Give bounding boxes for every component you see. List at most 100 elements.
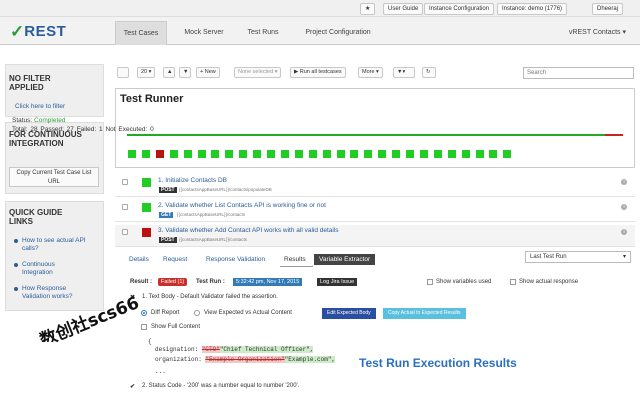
- show-actual-response-checkbox[interactable]: [510, 279, 516, 285]
- test-name: Initialize Contacts DB: [165, 177, 228, 184]
- tab-variable-extractor[interactable]: Variable Extractor: [314, 254, 376, 265]
- copy-url-button[interactable]: Copy Current Test Case List URL: [9, 167, 99, 187]
- diff-ellipsis: ...: [155, 368, 166, 375]
- diff-added: "Example.com",: [284, 356, 336, 363]
- progress-failed: [605, 134, 623, 136]
- instance-configuration-button[interactable]: Instance Configuration: [424, 3, 495, 15]
- row-checkbox[interactable]: [122, 179, 128, 185]
- test-name: Validate whether Add Contact API works w…: [165, 227, 339, 234]
- passed-result-square[interactable]: [225, 150, 234, 158]
- more-dropdown[interactable]: More ▾: [358, 67, 383, 78]
- http-method-badge: GET: [159, 212, 174, 218]
- bullet-icon: [14, 239, 18, 243]
- passed-result-square[interactable]: [280, 150, 289, 158]
- test-row[interactable]: 1. Initialize Contacts DB POST {{contact…: [115, 175, 635, 197]
- new-button[interactable]: + New: [196, 67, 220, 78]
- logo-text: REST: [24, 23, 67, 40]
- passed-result-square[interactable]: [433, 150, 442, 158]
- move-down-icon[interactable]: ▼: [179, 67, 191, 78]
- refresh-icon[interactable]: ↻: [422, 67, 436, 78]
- passed-result-square[interactable]: [406, 150, 414, 158]
- log-jira-issue-button[interactable]: Log Jira Issue: [317, 278, 358, 286]
- test-url: {{contactsAppBaseURL}}/contacts/populate…: [179, 187, 272, 192]
- passed-result-square[interactable]: [378, 150, 387, 158]
- tab-mock-server[interactable]: Mock Server: [178, 21, 230, 45]
- search-input[interactable]: Search: [523, 67, 634, 79]
- assertion-2: 2. Status Code - '200' was a number equa…: [142, 383, 300, 389]
- watermark: 数创社scs66: [37, 292, 142, 342]
- runner-stats: Total: 28 Passed: 27 Failed: 1 Not Execu…: [12, 126, 154, 133]
- row-checkbox[interactable]: [122, 204, 128, 210]
- passed-result-square[interactable]: [211, 150, 220, 158]
- project-selector[interactable]: vREST Contacts ▾: [569, 21, 626, 45]
- passed-result-square[interactable]: [183, 150, 192, 158]
- page-size-select[interactable]: 20 ▾: [137, 67, 156, 78]
- test-title[interactable]: 1. Initialize Contacts DB: [158, 177, 227, 184]
- tab-project-configuration[interactable]: Project Configuration: [298, 21, 378, 45]
- passed-result-square[interactable]: [503, 150, 512, 158]
- passed-result-square[interactable]: [253, 150, 262, 158]
- none-selected-dropdown[interactable]: None selected ▾: [234, 67, 282, 78]
- test-name: Validate whether List Contacts API is wo…: [165, 202, 326, 209]
- passed-result-square[interactable]: [169, 150, 178, 158]
- passed-result-square[interactable]: [308, 150, 317, 158]
- passed-result-square[interactable]: [461, 150, 470, 158]
- passed-result-square[interactable]: [447, 150, 456, 158]
- pass-status-icon: [142, 178, 151, 187]
- filter-link[interactable]: Click here to filter: [15, 103, 65, 111]
- filter-icon[interactable]: ▼▾: [393, 67, 415, 78]
- tab-results[interactable]: Results: [284, 256, 306, 263]
- test-run-label: Test Run :: [196, 279, 225, 285]
- test-title[interactable]: 3. Validate whether Add Contact API work…: [158, 227, 339, 234]
- failed-result-square[interactable]: [155, 150, 164, 158]
- passed-result-square[interactable]: [141, 150, 150, 158]
- diff-key: designation:: [155, 346, 202, 353]
- status-value: Completed: [34, 117, 66, 124]
- tab-response-validation[interactable]: Response Validation: [206, 256, 265, 263]
- passed-result-square[interactable]: [294, 150, 303, 158]
- select-all-checkbox[interactable]: [117, 67, 129, 78]
- info-icon[interactable]: i: [621, 179, 627, 185]
- info-icon[interactable]: i: [621, 229, 627, 235]
- test-index: 2.: [158, 202, 164, 209]
- tab-request[interactable]: Request: [163, 256, 187, 263]
- diff-line-organization: organization: "Example Organization""Exa…: [155, 356, 336, 363]
- check-logo-icon: ✓: [10, 22, 25, 41]
- move-up-icon[interactable]: ▲: [163, 67, 175, 78]
- run-all-button[interactable]: ▶ Run all testcases: [290, 67, 346, 78]
- star-button[interactable]: ★: [360, 3, 376, 15]
- show-variables-checkbox[interactable]: [427, 279, 433, 285]
- test-title[interactable]: 2. Validate whether List Contacts API is…: [158, 202, 326, 209]
- passed-result-square[interactable]: [392, 150, 401, 158]
- passed-result-square[interactable]: [322, 150, 331, 158]
- test-row[interactable]: 2. Validate whether List Contacts API is…: [115, 200, 635, 222]
- passed-result-square[interactable]: [350, 150, 359, 158]
- passed-result-square[interactable]: [489, 150, 498, 158]
- passed-result-square[interactable]: [239, 150, 248, 158]
- passed-result-square[interactable]: [197, 150, 206, 158]
- passed-result-square[interactable]: [128, 150, 136, 158]
- tab-test-cases[interactable]: Test Cases: [115, 21, 167, 45]
- run-all-label: Run all testcases: [299, 69, 342, 75]
- passed-result-square[interactable]: [475, 150, 484, 158]
- row-checkbox[interactable]: [122, 229, 128, 235]
- user-guide-button[interactable]: User Guide: [383, 3, 424, 15]
- test-run-select[interactable]: Last Test Run ▾: [525, 251, 631, 263]
- view-expected-radio[interactable]: [194, 310, 200, 316]
- bullet-icon: [14, 287, 18, 291]
- passed-result-square[interactable]: [336, 150, 345, 158]
- info-icon[interactable]: i: [621, 204, 627, 210]
- test-url: {{contactsAppBaseURL}}/contacts: [177, 212, 246, 217]
- vrest-logo[interactable]: ✓ REST: [10, 22, 66, 42]
- copy-actual-button[interactable]: Copy Actual to Expected Results: [383, 308, 466, 319]
- user-menu[interactable]: Dheeraj: [592, 3, 624, 15]
- guide-link-api-calls[interactable]: How to see actual API calls?: [22, 237, 96, 253]
- test-row-selected[interactable]: 3. Validate whether Add Contact API work…: [115, 225, 635, 247]
- tab-test-runs[interactable]: Test Runs: [240, 21, 286, 45]
- passed-result-square[interactable]: [364, 150, 373, 158]
- passed-result-square[interactable]: [419, 150, 428, 158]
- instance-selector[interactable]: Instance: demo (1776): [497, 3, 568, 15]
- passed-result-square[interactable]: [267, 150, 275, 158]
- edit-expected-body-button[interactable]: Edit Expected Body: [322, 308, 376, 319]
- new-label: New: [204, 69, 216, 75]
